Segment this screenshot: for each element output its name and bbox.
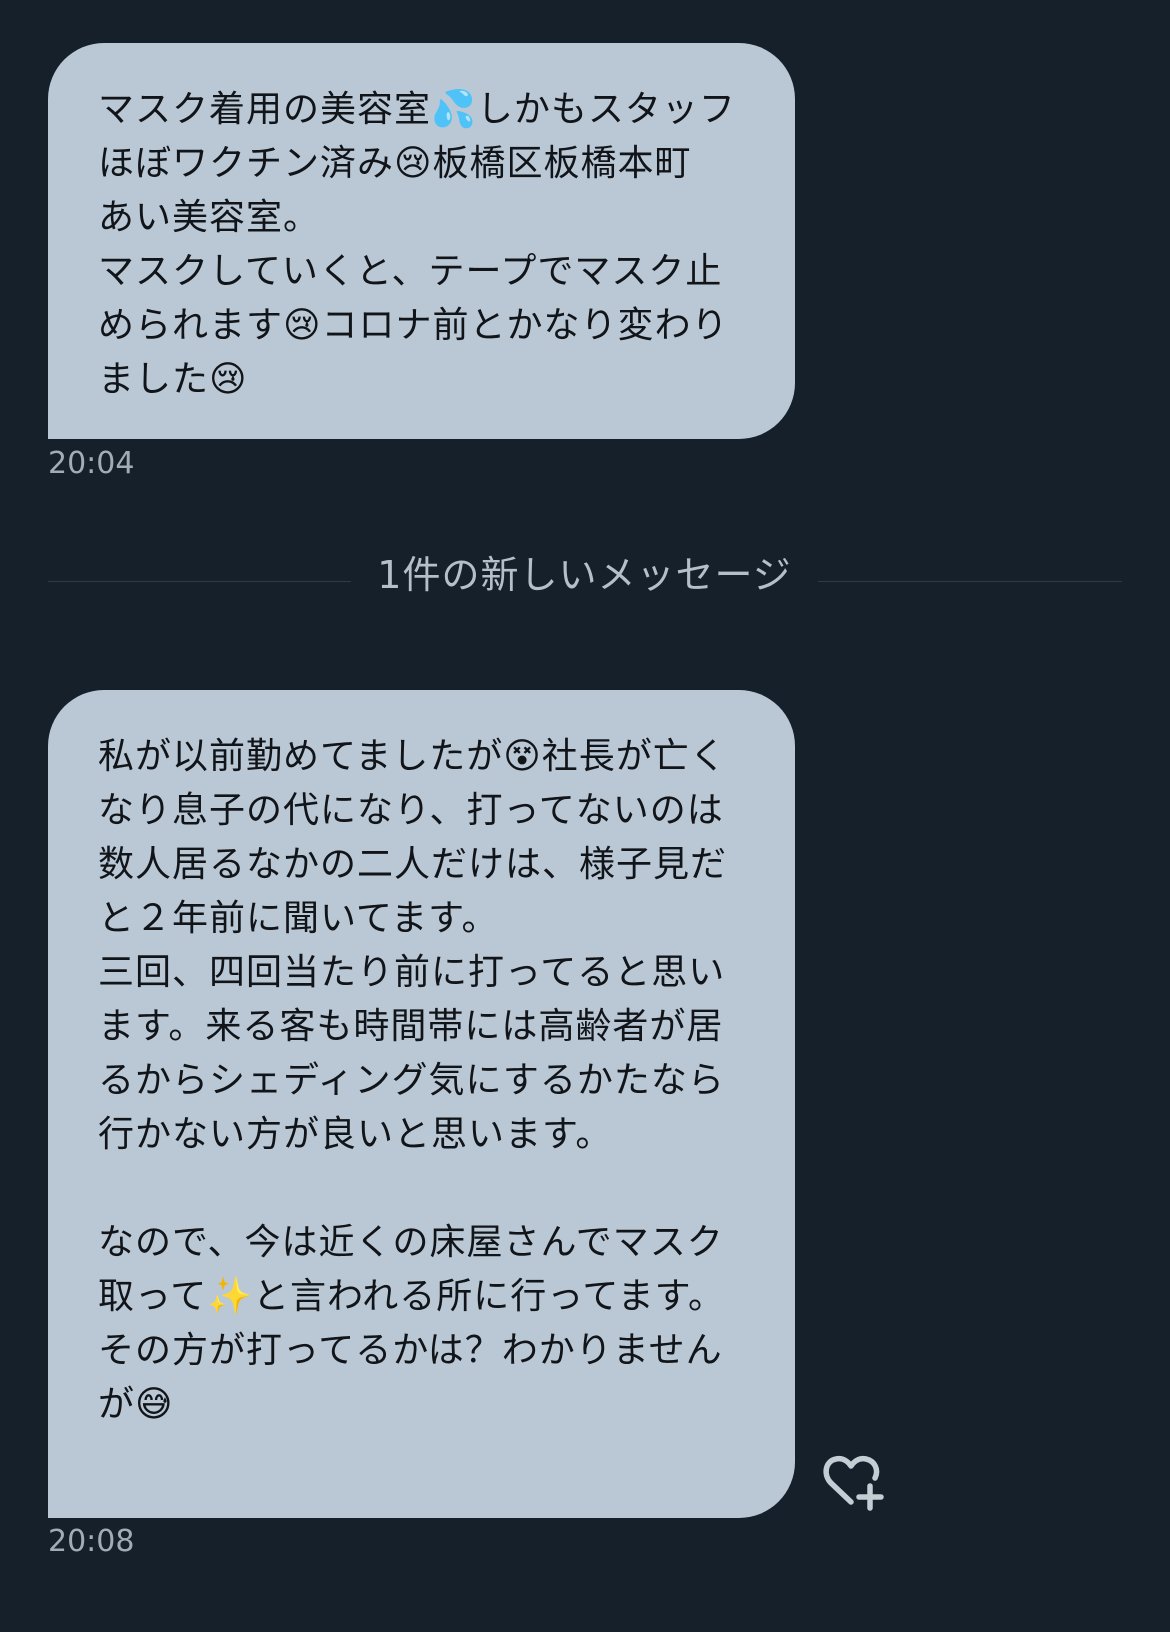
message-timestamp: 20:08 bbox=[48, 1524, 135, 1559]
heart-plus-icon bbox=[823, 1455, 884, 1511]
new-messages-label: 1件の新しいメッセージ bbox=[377, 553, 792, 597]
message-bubble[interactable]: マスク着用の美容室💦しかもスタッフほぼワクチン済み😢板橋区板橋本町 あい美容室。… bbox=[48, 43, 795, 439]
message-bubble[interactable]: 私が以前勤めてましたが😵社長が亡くなり息子の代になり、打ってないのは数人居るなか… bbox=[48, 690, 795, 1518]
message-timestamp: 20:04 bbox=[48, 446, 135, 481]
add-reaction-button[interactable] bbox=[822, 1452, 888, 1512]
divider-line-right bbox=[818, 581, 1122, 582]
new-messages-divider: 1件の新しいメッセージ bbox=[48, 552, 1122, 598]
divider-line-left bbox=[48, 581, 351, 582]
